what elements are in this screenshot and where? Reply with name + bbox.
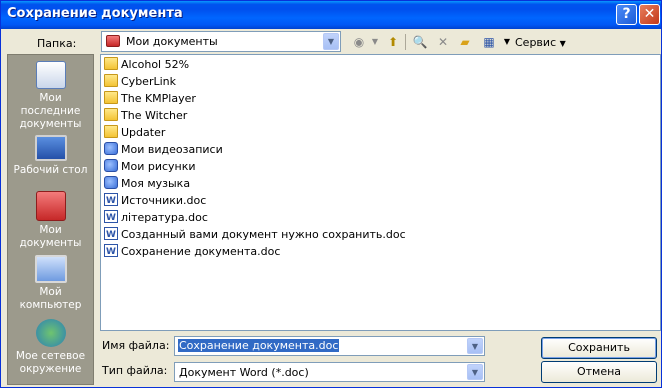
up-folder-icon[interactable]: ⬆	[385, 34, 401, 50]
file-name: The KMPlayer	[121, 92, 196, 105]
save-dialog: Сохранение документа ? ✕ Папка: Мои доку…	[0, 0, 662, 388]
file-name: Сохранение документа.doc	[121, 245, 281, 258]
list-item[interactable]: Сохранение документа.doc	[104, 244, 280, 261]
recent-documents-icon	[35, 61, 66, 89]
file-name: Мои рисунки	[121, 160, 196, 173]
tools-menu-label: Сервис	[515, 36, 557, 49]
views-dropdown-icon[interactable]: ▼	[499, 34, 515, 50]
folder-select[interactable]: Мои документы ▼	[101, 31, 341, 52]
filename-value: Сохранение документа.doc	[178, 339, 340, 352]
delete-icon[interactable]: ✕	[435, 34, 451, 50]
place-label: Мое сетевое окружение	[15, 350, 86, 375]
place-recent-documents[interactable]: Мои последние документы	[8, 61, 93, 131]
list-item[interactable]: Источники.doc	[104, 193, 206, 210]
place-label: Мой компьютер	[19, 286, 82, 311]
chevron-down-icon[interactable]: ▼	[467, 364, 483, 380]
help-button[interactable]: ?	[616, 4, 637, 25]
file-name: CyberLink	[121, 75, 176, 88]
video-folder-icon	[104, 142, 118, 155]
list-item[interactable]: The KMPlayer	[104, 91, 196, 108]
list-item[interactable]: CyberLink	[104, 74, 176, 91]
place-desktop[interactable]: Рабочий стол	[8, 135, 93, 177]
word-document-icon	[104, 244, 118, 260]
file-name: Updater	[121, 126, 166, 139]
list-item[interactable]: Моя музыка	[104, 176, 190, 193]
tools-dropdown-icon: ▼	[559, 39, 566, 48]
back-dropdown-icon[interactable]: ▼	[367, 34, 383, 50]
folder-icon	[104, 91, 118, 104]
save-button[interactable]: Сохранить	[541, 337, 657, 359]
search-web-icon[interactable]: 🔍	[412, 34, 428, 50]
desktop-icon	[34, 135, 67, 161]
word-document-icon	[104, 227, 118, 243]
list-item[interactable]: Мои рисунки	[104, 159, 196, 176]
music-folder-icon	[104, 176, 118, 189]
title-bar[interactable]: Сохранение документа ? ✕	[1, 1, 661, 29]
pictures-folder-icon	[104, 159, 118, 172]
folder-icon	[104, 57, 118, 70]
filetype-label: Тип файла:	[102, 364, 168, 377]
new-folder-icon[interactable]: ▰	[457, 34, 473, 50]
toolbar-separator	[405, 34, 406, 50]
list-item[interactable]: Мои видеозаписи	[104, 142, 223, 159]
tools-menu[interactable]: Сервис ▼	[515, 36, 566, 49]
filename-label: Имя файла:	[102, 339, 170, 352]
file-list[interactable]: Alcohol 52% CyberLink The KMPlayer The W…	[100, 54, 661, 331]
list-item[interactable]: The Witcher	[104, 108, 187, 125]
file-name: Моя музыка	[121, 177, 191, 190]
folder-icon	[104, 74, 118, 87]
list-item[interactable]: Alcohol 52%	[104, 57, 189, 74]
word-document-icon	[104, 193, 118, 209]
word-document-icon	[104, 210, 118, 226]
file-name: Мои видеозаписи	[121, 143, 223, 156]
network-icon	[35, 319, 66, 347]
file-name: Alcohol 52%	[121, 58, 190, 71]
place-my-documents[interactable]: Мои документы	[8, 191, 93, 250]
my-documents-icon	[106, 35, 120, 47]
place-my-computer[interactable]: Мой компьютер	[8, 255, 93, 312]
folder-icon	[104, 125, 118, 138]
place-network[interactable]: Мое сетевое окружение	[8, 319, 93, 376]
places-bar: Мои последние документы Рабочий стол Мои…	[7, 54, 94, 385]
file-name: література.doc	[121, 211, 208, 224]
list-item[interactable]: Updater	[104, 125, 165, 142]
filetype-value: Документ Word (*.doc)	[179, 366, 309, 379]
folder-label: Папка:	[37, 37, 77, 50]
file-name: The Witcher	[121, 109, 188, 122]
cancel-button[interactable]: Отмена	[541, 361, 657, 383]
folder-icon	[104, 108, 118, 121]
file-name: Созданный вами документ нужно сохранить.…	[121, 228, 406, 241]
list-item[interactable]: Созданный вами документ нужно сохранить.…	[104, 227, 406, 244]
place-label: Мои последние документы	[19, 92, 82, 130]
list-item[interactable]: література.doc	[104, 210, 208, 227]
chevron-down-icon[interactable]: ▼	[323, 33, 339, 50]
back-icon[interactable]: ◉	[351, 34, 367, 50]
filetype-select[interactable]: Документ Word (*.doc) ▼	[174, 362, 485, 382]
chevron-down-icon[interactable]: ▼	[467, 338, 483, 354]
filename-input[interactable]: Сохранение документа.doc ▼	[174, 336, 485, 356]
place-label: Рабочий стол	[13, 164, 88, 176]
folder-value: Мои документы	[126, 35, 218, 48]
window-title: Сохранение документа	[7, 6, 183, 21]
my-documents-icon	[35, 191, 66, 221]
my-computer-icon	[34, 255, 67, 283]
close-button[interactable]: ✕	[639, 4, 660, 25]
file-name: Источники.doc	[121, 194, 207, 207]
place-label: Мои документы	[19, 224, 82, 249]
views-icon[interactable]: ▦	[481, 34, 497, 50]
